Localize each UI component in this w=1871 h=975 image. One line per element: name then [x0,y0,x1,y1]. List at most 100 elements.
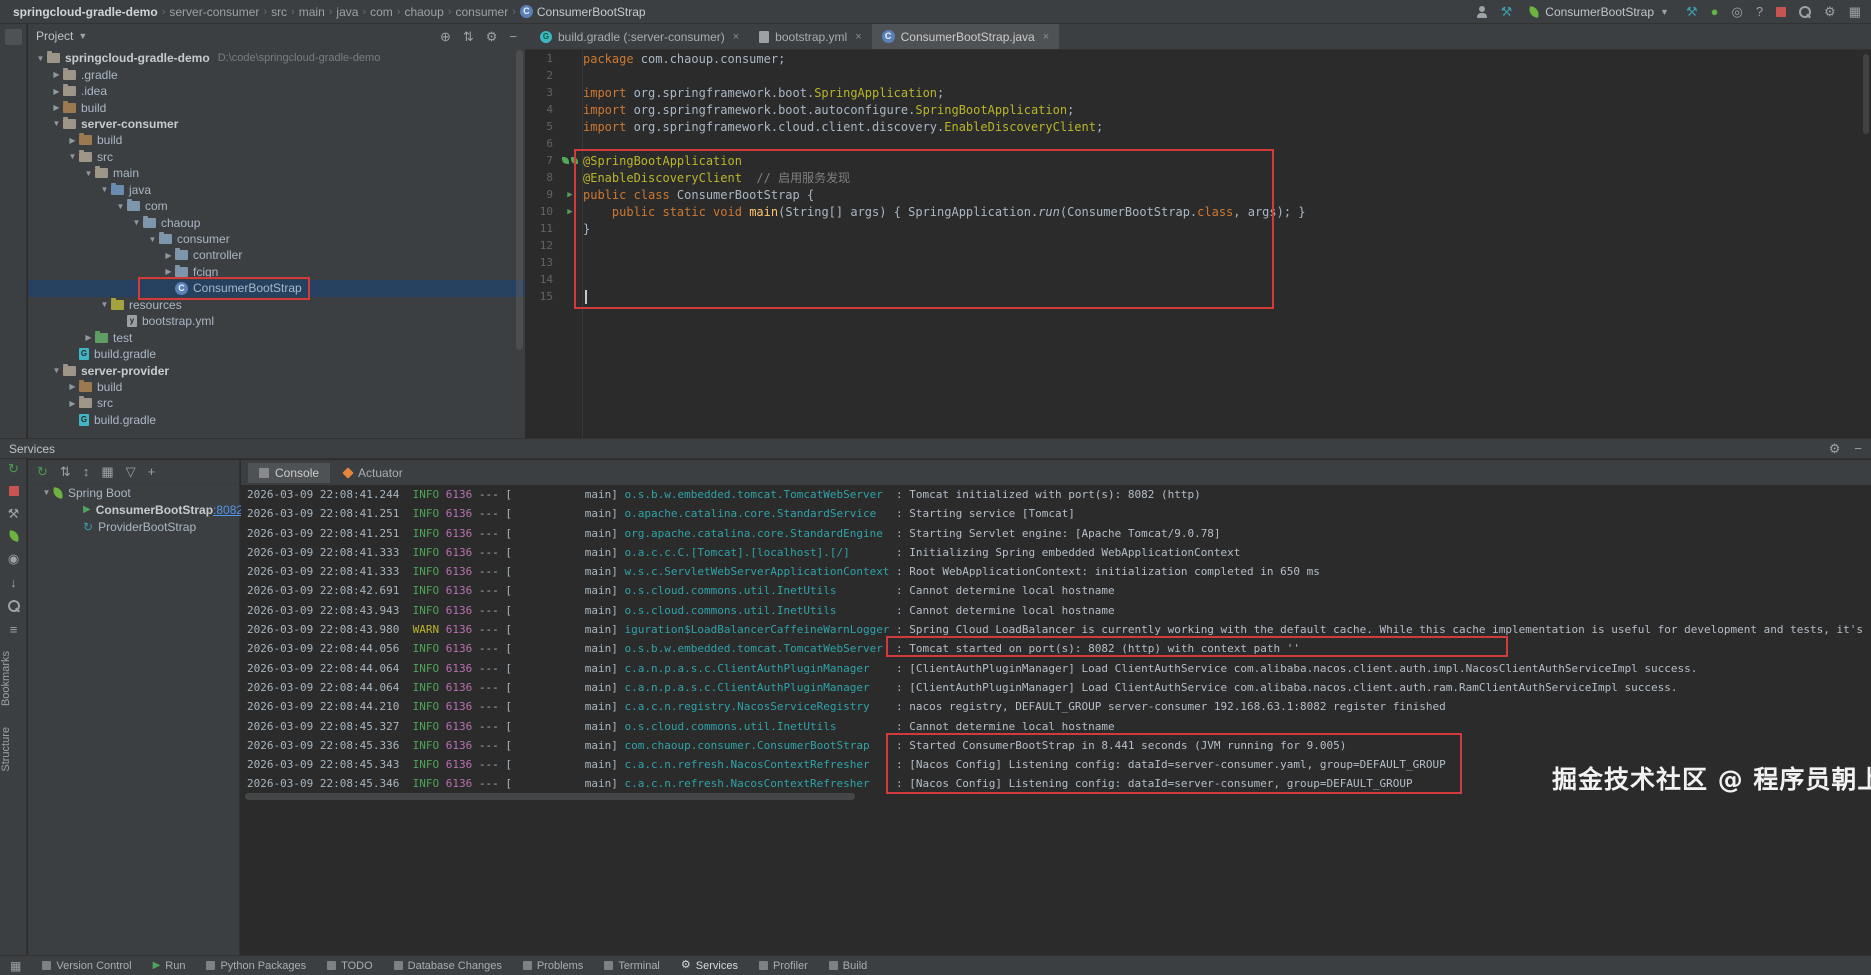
service-item-providerbootstrap[interactable]: ↻ProviderBootStrap [28,518,239,535]
tree-item-consumerbootstrap[interactable]: CConsumerBootStrap [28,280,525,296]
collapse-all-icon[interactable]: ⇅ [60,465,71,478]
breadcrumb-item[interactable]: CConsumerBootStrap [517,5,649,19]
tree-chevron-icon[interactable]: ▼ [98,185,111,194]
console-tab-actuator[interactable]: Actuator [333,463,414,483]
run-gutter-icon[interactable]: ▶ [567,207,572,217]
tree-item--gradle[interactable]: ▶.gradle [28,66,525,82]
breadcrumb-item[interactable]: com [367,5,396,19]
tree-chevron-icon[interactable]: ▼ [82,169,95,178]
breadcrumb-item[interactable]: consumer [453,5,512,19]
tree-chevron-icon[interactable]: ▼ [146,235,159,244]
project-panel-title[interactable]: Project [36,29,73,43]
breadcrumb-item[interactable]: server-consumer [166,5,262,19]
close-icon[interactable]: × [733,31,739,43]
tree-item-chaoup[interactable]: ▼chaoup [28,214,525,230]
statusbar-item-profiler[interactable]: Profiler [759,960,808,972]
expand-all-icon[interactable]: ↕ [83,465,90,478]
tree-chevron-icon[interactable]: ▼ [40,488,53,497]
tree-chevron-icon[interactable]: ▼ [50,366,63,375]
hide-icon[interactable]: − [509,30,517,43]
console-horizontal-scrollbar[interactable] [245,793,855,800]
editor-tab-consumerbootstrap.java[interactable]: CConsumerBootStrap.java× [872,24,1060,49]
tree-item-controller[interactable]: ▶controller [28,247,525,263]
tree-chevron-icon[interactable]: ▶ [82,333,95,342]
editor-scrollbar[interactable] [1863,54,1869,134]
tree-item-test[interactable]: ▶test [28,329,525,345]
project-stripe-button[interactable] [5,29,22,45]
console-log[interactable]: 2026-03-09 22:08:41.244 INFO 6136 --- [m… [241,485,1871,955]
help-icon[interactable]: ? [1756,5,1763,18]
tree-item-build-gradle[interactable]: Gbuild.gradle [28,412,525,428]
project-scrollbar[interactable] [516,50,523,350]
console-tab-console[interactable]: Console [248,463,330,483]
tree-item-resources[interactable]: ▼resources [28,297,525,313]
spring-run-icon[interactable] [8,530,20,542]
settings-icon[interactable]: ⚙ [1829,442,1841,455]
group-by-icon[interactable]: ▦ [101,465,113,478]
statusbar-item-terminal[interactable]: Terminal [604,960,660,972]
tree-item-bootstrap-yml[interactable]: ybootstrap.yml [28,313,525,329]
spring-bean-icon[interactable] [571,157,578,164]
tree-chevron-icon[interactable]: ▼ [50,119,63,128]
tree-chevron-icon[interactable]: ▶ [50,87,63,96]
tree-chevron-icon[interactable]: ▶ [50,103,63,112]
snapshot-icon[interactable]: ◉ [8,552,19,565]
coverage-icon[interactable]: ◎ [1731,5,1742,18]
tree-item-springcloud-gradle-demo[interactable]: ▼springcloud-gradle-demoD:\code\springcl… [28,50,525,66]
tree-chevron-icon[interactable]: ▶ [162,267,175,276]
tree-item-java[interactable]: ▼java [28,182,525,198]
tree-item-fcign[interactable]: ▶fcign [28,264,525,280]
tree-item-server-provider[interactable]: ▼server-provider [28,362,525,378]
tree-item-build[interactable]: ▶build [28,379,525,395]
hide-icon[interactable]: − [1854,442,1862,455]
close-icon[interactable]: × [1043,31,1049,43]
chevron-down-icon[interactable]: ▼ [78,31,87,41]
add-service-icon[interactable]: + [148,465,156,478]
build-hammer-icon[interactable]: ⚒ [1686,5,1698,18]
run-gutter-icon[interactable]: ▶ [567,190,572,200]
stripe-button-structure[interactable]: Structure [0,727,27,772]
stop-icon[interactable] [1776,7,1786,17]
debug-bug-icon[interactable]: ● [1711,5,1719,18]
tree-item--idea[interactable]: ▶.idea [28,83,525,99]
search-console-icon[interactable] [8,600,20,612]
statusbar-item-services[interactable]: ⚙Services [681,960,738,972]
tree-item-main[interactable]: ▼main [28,165,525,181]
statusbar-item-build[interactable]: Build [829,960,867,972]
tree-chevron-icon[interactable]: ▼ [98,300,111,309]
breadcrumb-item[interactable]: java [333,5,361,19]
tree-item-consumer[interactable]: ▼consumer [28,231,525,247]
statusbar-item-version-control[interactable]: Version Control [42,960,131,972]
start-all-icon[interactable]: ↻ [37,465,48,478]
editor-tab-bootstrap.yml[interactable]: bootstrap.yml× [749,24,871,49]
tree-chevron-icon[interactable]: ▼ [34,54,47,63]
tool-windows-icon[interactable]: ▦ [10,960,21,972]
filter-icon[interactable]: ▽ [126,465,136,478]
stripe-button-bookmarks[interactable]: Bookmarks [0,651,27,706]
close-icon[interactable]: × [855,31,861,43]
tree-item-src[interactable]: ▶src [28,395,525,411]
tree-chevron-icon[interactable]: ▼ [114,202,127,211]
tree-chevron-icon[interactable]: ▶ [66,399,79,408]
tree-item-server-consumer[interactable]: ▼server-consumer [28,116,525,132]
statusbar-item-todo[interactable]: TODO [327,960,373,972]
breadcrumb-item[interactable]: main [296,5,328,19]
code-editor[interactable]: 1package com.chaoup.consumer;23import or… [525,50,1871,438]
services-panel-title[interactable]: Services [9,442,55,456]
tree-item-src[interactable]: ▼src [28,149,525,165]
collapse-all-icon[interactable]: ⇅ [463,30,474,43]
spring-bean-icon[interactable] [562,157,569,164]
user-icon[interactable] [1476,6,1488,18]
run-configuration-combo[interactable]: ConsumerBootStrap ▼ [1525,4,1673,20]
services-tree[interactable]: ▼Spring Boot▶ConsumerBootStrap :8082/↻Pr… [28,484,239,535]
tree-item-build[interactable]: ▶build [28,99,525,115]
tree-chevron-icon[interactable]: ▶ [66,136,79,145]
statusbar-item-problems[interactable]: Problems [523,960,583,972]
wrench-icon[interactable]: ⚒ [1501,5,1513,18]
project-tree[interactable]: ▼springcloud-gradle-demoD:\code\springcl… [28,50,525,438]
locate-icon[interactable]: ⊕ [440,30,451,43]
settings-icon[interactable]: ⚙ [1824,5,1836,18]
statusbar-item-run[interactable]: ▶Run [153,960,186,972]
soft-wrap-icon[interactable]: ≡ [10,623,18,636]
stop-icon[interactable] [9,486,19,496]
